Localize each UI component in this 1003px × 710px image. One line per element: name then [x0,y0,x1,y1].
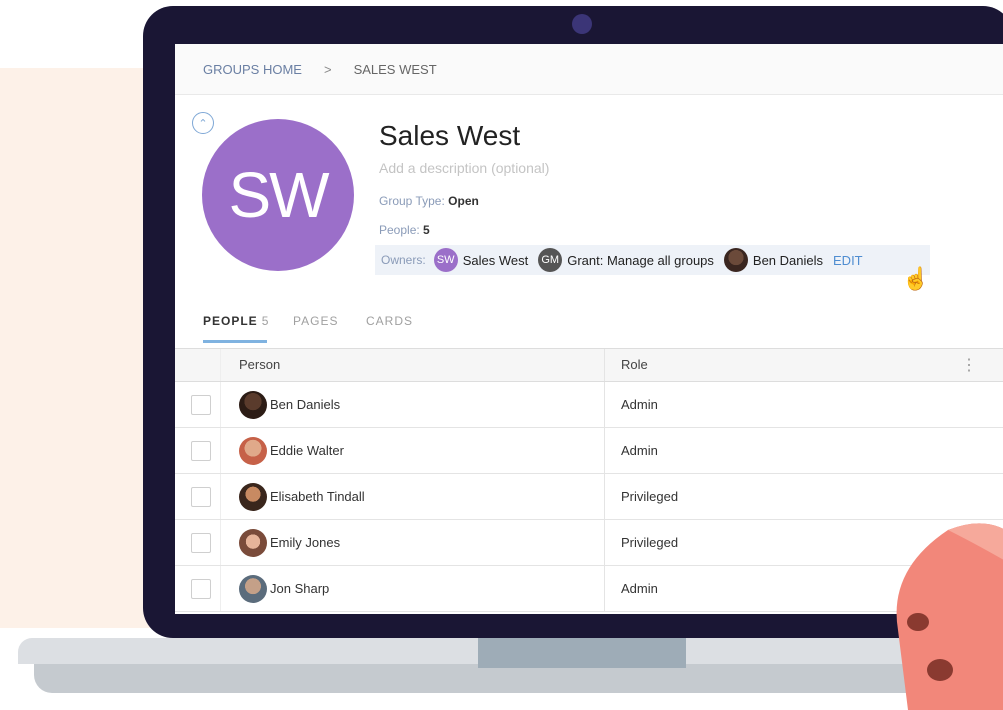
breadcrumb-separator: > [323,61,332,77]
column-header-role[interactable]: Role [621,357,648,372]
role-cell: Privileged [621,489,679,504]
column-divider [604,428,605,473]
mascot-illustration [896,523,1003,710]
person-name[interactable]: Ben Daniels [270,397,340,412]
table-row[interactable]: Jon Sharp Admin [175,566,1003,612]
active-tab-indicator [203,340,267,343]
group-type-value: Open [448,194,479,208]
person-name[interactable]: Jon Sharp [270,581,329,596]
column-divider [220,474,221,519]
page-title: Sales West [379,120,521,151]
table-header: Person Role ⋮ [175,348,1003,382]
avatar [239,437,267,465]
table-row[interactable]: Elisabeth Tindall Privileged [175,474,1003,520]
avatar [239,483,267,511]
owner-name: Sales West [462,252,529,268]
chevron-up-icon[interactable]: ⌃ [192,112,214,134]
mascot-spot [927,659,953,681]
owner-avatar: SW [433,248,458,272]
avatar [239,529,267,557]
row-checkbox[interactable] [191,579,211,599]
tab-bar: PEOPLE 5 PAGES CARDS [175,312,1003,348]
breadcrumb-current: SALES WEST [353,61,437,77]
tab-people-label: PEOPLE [203,314,258,328]
kebab-menu-icon[interactable]: ⋮ [961,355,977,375]
table-row[interactable]: Emily Jones Privileged [175,520,1003,566]
row-checkbox[interactable] [191,487,211,507]
column-divider [220,428,221,473]
laptop-base-notch [478,638,686,668]
people-table: Person Role ⋮ Ben Daniels Admin Eddie Wa… [175,348,1003,612]
owner-name: Ben Daniels [752,252,824,268]
group-people: People: 5 [379,223,430,237]
role-cell: Admin [621,581,658,596]
row-checkbox[interactable] [191,441,211,461]
owners-label: Owners: [381,253,426,267]
tab-pages[interactable]: PAGES [293,314,338,328]
owners-row: Owners: SW Sales West GM Grant: Manage a… [375,245,930,275]
laptop-base-bottom [34,664,1003,693]
owner-avatar: GM [538,248,563,272]
breadcrumb: GROUPS HOME > SALES WEST [175,44,1003,95]
column-header-person[interactable]: Person [239,357,280,372]
column-divider [604,349,605,381]
column-divider [220,382,221,427]
column-divider [604,382,605,427]
column-divider [220,566,221,611]
group-avatar: SW [202,119,354,271]
breadcrumb-groups-home[interactable]: GROUPS HOME [203,62,302,77]
camera [572,14,592,34]
edit-owners-link[interactable]: EDIT [833,253,863,268]
tab-cards[interactable]: CARDS [366,314,413,328]
app-screen: GROUPS HOME > SALES WEST ⌃ SW Sales West… [175,44,1003,614]
table-row[interactable]: Eddie Walter Admin [175,428,1003,474]
group-type: Group Type: Open [379,194,479,208]
table-row[interactable]: Ben Daniels Admin [175,382,1003,428]
owner-name: Grant: Manage all groups [567,252,714,268]
avatar [239,575,267,603]
column-divider [604,474,605,519]
person-name[interactable]: Eddie Walter [270,443,344,458]
role-cell: Privileged [621,535,679,550]
column-divider [604,520,605,565]
laptop-frame: GROUPS HOME > SALES WEST ⌃ SW Sales West… [143,6,1003,638]
role-cell: Admin [621,397,658,412]
mascot-spot [907,613,929,631]
column-divider [604,566,605,611]
tab-people[interactable]: PEOPLE 5 [203,314,269,328]
owner-avatar [723,248,748,272]
group-type-label: Group Type: [379,194,445,208]
description-field[interactable]: Add a description (optional) [379,160,549,176]
laptop-base [18,638,1003,693]
row-checkbox[interactable] [191,395,211,415]
person-name[interactable]: Elisabeth Tindall [270,489,365,504]
tab-people-count: 5 [261,314,270,328]
row-checkbox[interactable] [191,533,211,553]
hand-cursor-icon: ☝ [902,266,930,291]
person-name[interactable]: Emily Jones [270,535,340,550]
group-people-value: 5 [423,223,430,237]
role-cell: Admin [621,443,658,458]
column-divider [220,349,221,381]
avatar [239,391,267,419]
column-divider [220,520,221,565]
group-people-label: People: [379,223,420,237]
